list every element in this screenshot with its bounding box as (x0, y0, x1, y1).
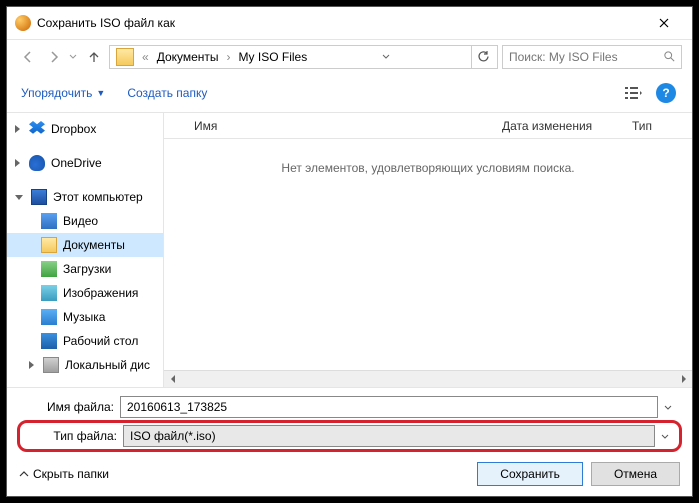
refresh-icon (477, 50, 490, 63)
images-icon (41, 285, 57, 301)
sidebar-item-desktop[interactable]: Рабочий стол (7, 329, 163, 353)
save-as-dialog: Сохранить ISO файл как « Документы › My … (6, 6, 693, 497)
folder-icon (116, 48, 134, 66)
filetype-row: Тип файла: ISO файл(*.iso) (22, 425, 677, 447)
dialog-title: Сохранить ISO файл как (37, 16, 644, 30)
triangle-right-icon (681, 375, 687, 383)
music-icon (41, 309, 57, 325)
horizontal-scrollbar[interactable] (164, 370, 692, 387)
triangle-left-icon (170, 375, 176, 383)
help-icon: ? (656, 83, 676, 103)
arrow-up-icon (87, 50, 101, 64)
filename-input[interactable] (120, 396, 658, 418)
empty-message: Нет элементов, удовлетворяющих условиям … (164, 139, 692, 370)
column-date[interactable]: Дата изменения (492, 113, 622, 138)
scroll-left-button[interactable] (164, 371, 181, 388)
nav-bar: « Документы › My ISO Files (7, 39, 692, 73)
sidebar-item-localdisk[interactable]: Локальный дис (7, 353, 163, 377)
chevron-down-icon: ▼ (96, 88, 105, 98)
breadcrumb-seg-documents[interactable]: Документы (153, 50, 223, 64)
help-button[interactable]: ? (654, 81, 678, 105)
dropbox-icon (29, 121, 45, 137)
sidebar-item-downloads[interactable]: Загрузки (7, 257, 163, 281)
file-list-pane: Имя Дата изменения Тип Нет элементов, уд… (164, 113, 692, 387)
search-box[interactable] (502, 45, 682, 69)
downloads-icon (41, 261, 57, 277)
arrow-left-icon (21, 50, 35, 64)
onedrive-icon (29, 155, 45, 171)
folder-tree: Dropbox OneDrive Этот компьютер Видео До… (7, 113, 164, 387)
filename-dropdown[interactable] (664, 405, 680, 410)
video-icon (41, 213, 57, 229)
new-folder-button[interactable]: Создать папку (127, 86, 207, 100)
column-type[interactable]: Тип (622, 113, 692, 138)
app-icon (15, 15, 31, 31)
sidebar-item-this-pc[interactable]: Этот компьютер (7, 185, 163, 209)
address-dropdown[interactable] (382, 54, 400, 59)
column-headers: Имя Дата изменения Тип (164, 113, 692, 139)
scroll-right-button[interactable] (675, 371, 692, 388)
cancel-button[interactable]: Отмена (591, 462, 680, 486)
desktop-icon (41, 333, 57, 349)
filetype-highlight: Тип файла: ISO файл(*.iso) (17, 420, 682, 452)
chevron-up-icon (19, 471, 29, 477)
titlebar: Сохранить ISO файл как (7, 7, 692, 39)
filetype-value: ISO файл(*.iso) (130, 429, 216, 443)
sidebar-item-music[interactable]: Музыка (7, 305, 163, 329)
chevron-down-icon (661, 434, 669, 439)
chevron-down-icon (69, 54, 77, 59)
filetype-dropdown[interactable] (661, 434, 677, 439)
filename-row: Имя файла: (19, 396, 680, 418)
close-icon (659, 18, 669, 28)
organize-label: Упорядочить (21, 86, 92, 100)
sidebar-item-images[interactable]: Изображения (7, 281, 163, 305)
breadcrumb-seg-current[interactable]: My ISO Files (235, 50, 312, 64)
refresh-button[interactable] (471, 46, 495, 68)
chevron-down-icon (664, 405, 672, 410)
close-button[interactable] (644, 11, 684, 35)
pc-icon (31, 189, 47, 205)
view-list-icon (625, 86, 643, 100)
hide-folders-label: Скрыть папки (33, 467, 109, 481)
sidebar-item-documents[interactable]: Документы (7, 233, 163, 257)
nav-forward-button[interactable] (43, 46, 65, 68)
chevron-down-icon (382, 54, 390, 59)
column-name[interactable]: Имя (164, 113, 492, 138)
button-row: Скрыть папки Сохранить Отмена (19, 462, 680, 486)
filetype-label: Тип файла: (22, 429, 117, 443)
address-bar[interactable]: « Документы › My ISO Files (109, 45, 498, 69)
nav-up-button[interactable] (83, 46, 105, 68)
chevron-right-icon: › (223, 50, 235, 64)
filename-label: Имя файла: (19, 400, 114, 414)
arrow-right-icon (47, 50, 61, 64)
new-folder-label: Создать папку (127, 86, 207, 100)
nav-history-dropdown[interactable] (69, 54, 79, 59)
toolbar: Упорядочить ▼ Создать папку ? (7, 73, 692, 113)
sidebar-item-onedrive[interactable]: OneDrive (7, 151, 163, 175)
view-options-button[interactable] (622, 81, 646, 105)
search-input[interactable] (509, 50, 664, 64)
organize-button[interactable]: Упорядочить ▼ (21, 86, 105, 100)
dialog-body: Dropbox OneDrive Этот компьютер Видео До… (7, 113, 692, 387)
save-button[interactable]: Сохранить (477, 462, 583, 486)
hide-folders-link[interactable]: Скрыть папки (19, 467, 109, 481)
disk-icon (43, 357, 59, 373)
sidebar-item-dropbox[interactable]: Dropbox (7, 117, 163, 141)
search-icon (664, 50, 675, 63)
documents-icon (41, 237, 57, 253)
sidebar-item-video[interactable]: Видео (7, 209, 163, 233)
footer: Имя файла: Тип файла: ISO файл(*.iso) Ск… (7, 387, 692, 496)
filetype-select[interactable]: ISO файл(*.iso) (123, 425, 655, 447)
nav-back-button[interactable] (17, 46, 39, 68)
breadcrumb-ellipsis: « (138, 50, 153, 64)
